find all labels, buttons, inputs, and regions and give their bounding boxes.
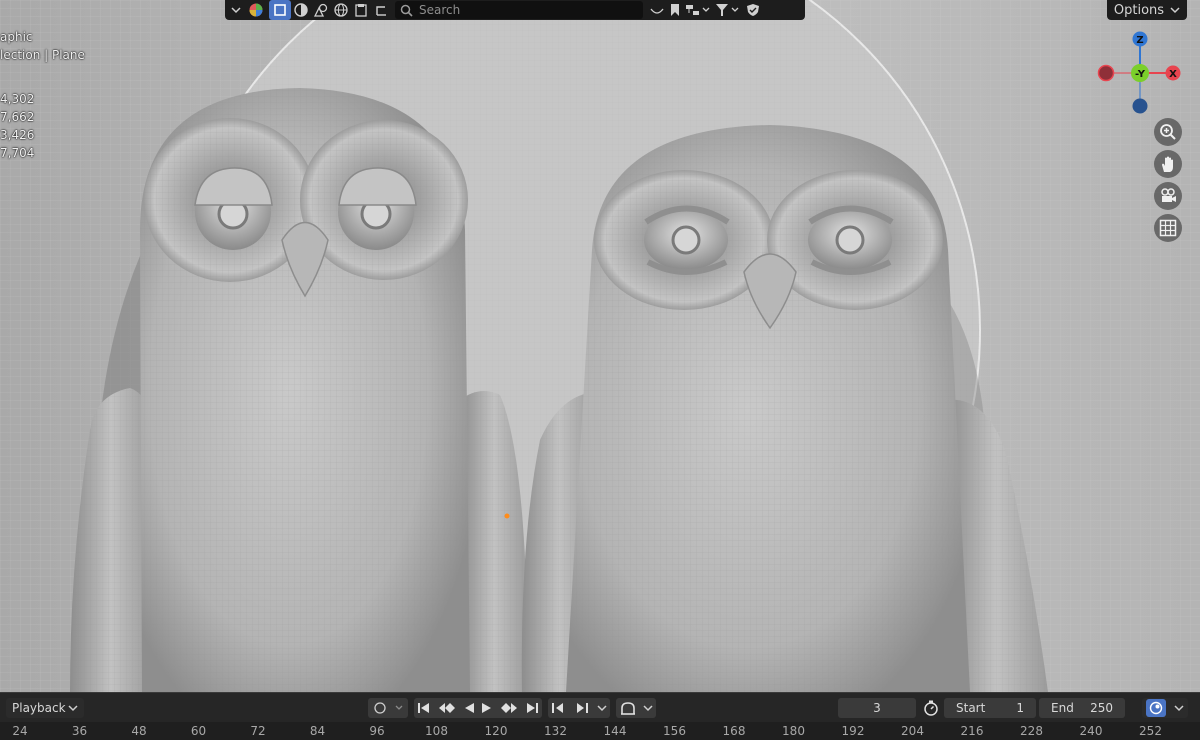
search-placeholder: Search (419, 3, 461, 17)
options-dropdown[interactable]: Options (1107, 0, 1187, 20)
ruler-tick-label: 228 (1020, 724, 1043, 738)
zoom-icon[interactable] (1154, 118, 1182, 146)
next-keyframe-icon[interactable] (500, 702, 518, 714)
ruler-tick-label: 72 (250, 724, 266, 738)
frame-step-controls (548, 698, 610, 718)
start-value: 1 (1016, 701, 1024, 715)
overlay-collection-text: lection | Plane (0, 48, 85, 62)
pan-hand-icon[interactable] (1154, 150, 1182, 178)
stat-value: 7,662 (0, 110, 35, 124)
current-frame-value: 3 (873, 701, 881, 715)
ruler-tick-label: 144 (603, 724, 627, 738)
ruler-tick-label: 132 (544, 724, 567, 738)
chevron-down-icon[interactable] (225, 0, 247, 20)
ruler-tick-label: 84 (309, 724, 326, 738)
ruler-tick-label: 36 (71, 724, 88, 738)
stopwatch-icon[interactable] (920, 698, 942, 718)
gizmo-neg-y-label: -Y (1135, 69, 1146, 80)
axis-gizmo[interactable]: Z X -Y (1096, 30, 1188, 118)
chevron-down-icon (1170, 7, 1180, 14)
ruler-tick-label: 240 (1079, 724, 1103, 738)
ruler-tick-label: 180 (782, 724, 805, 738)
view-mode-icon (1146, 699, 1166, 717)
keyframe-toggle-icon[interactable] (368, 698, 408, 718)
filter-icon[interactable] (713, 0, 743, 20)
step-back-icon[interactable] (551, 702, 567, 714)
solid-shading-icon[interactable] (291, 0, 311, 20)
start-label: Start (956, 701, 986, 715)
ruler-tick-label: 192 (841, 724, 865, 738)
ruler-tick-label: 252 (1139, 724, 1162, 738)
ruler-tick-label: 60 (190, 724, 207, 738)
frame-ruler[interactable]: 24 36 48 60 72 84 96 108 120 132 144 156 168 180 192 20… (0, 722, 1200, 740)
curve-icon[interactable] (647, 0, 667, 20)
ruler-tick-label: 204 (901, 724, 924, 738)
options-label: Options (1113, 2, 1165, 18)
prev-keyframe-icon[interactable] (438, 702, 456, 714)
clipboard-icon[interactable] (351, 0, 371, 20)
brush-icon[interactable] (371, 0, 391, 20)
end-label: End (1051, 701, 1074, 715)
overlay-mode-text: aphic (0, 30, 33, 44)
stat-value: 7,704 (0, 146, 35, 160)
grid-icon[interactable] (1154, 214, 1182, 242)
select-box-icon[interactable] (269, 0, 291, 20)
camera-icon[interactable] (1154, 182, 1182, 210)
jump-start-icon[interactable] (417, 702, 431, 714)
stat-value: 3,426 (0, 128, 35, 142)
owl-scene (0, 0, 1200, 692)
color-sphere-icon[interactable] (247, 0, 265, 20)
origin-dot (504, 513, 510, 519)
stat-value: 4,302 (0, 92, 35, 106)
play-icon[interactable] (481, 702, 493, 714)
playback-label: Playback (12, 701, 66, 715)
view-options-dropdown[interactable] (1142, 698, 1188, 718)
timeline-bar: Playback 3 Start 1 End 250 (0, 692, 1200, 723)
jump-end-icon[interactable] (525, 702, 539, 714)
playback-dropdown[interactable]: Playback (6, 698, 84, 718)
gizmo-x-label: X (1169, 69, 1177, 80)
hierarchy-icon[interactable] (683, 0, 713, 20)
chevron-down-icon[interactable] (597, 703, 607, 713)
auto-keying-icon[interactable] (616, 698, 656, 718)
ruler-tick-label: 120 (484, 724, 508, 738)
end-frame-field[interactable]: End 250 (1039, 698, 1125, 718)
ruler-tick-label: 24 (12, 724, 28, 738)
globe-icon[interactable] (331, 0, 351, 20)
ruler-tick-label: 108 (425, 724, 448, 738)
step-forward-icon[interactable] (574, 702, 590, 714)
ruler-tick-label: 96 (369, 724, 385, 738)
ruler-tick-label: 156 (663, 724, 686, 738)
bookmark-icon[interactable] (667, 0, 683, 20)
shield-icon[interactable] (743, 0, 763, 20)
shapes-icon[interactable] (311, 0, 331, 20)
ruler-tick-label: 168 (722, 724, 746, 738)
viewport-header: Search (225, 0, 805, 20)
3d-viewport[interactable]: Search aphic lection | Plane 4,302 7,662… (0, 0, 1200, 692)
search-icon (400, 4, 413, 17)
ruler-tick-label: 216 (960, 724, 984, 738)
current-frame-field[interactable]: 3 (838, 698, 916, 718)
playback-controls (414, 698, 542, 718)
search-input[interactable]: Search (395, 1, 643, 19)
start-frame-field[interactable]: Start 1 (944, 698, 1036, 718)
chevron-down-icon (68, 705, 78, 712)
overlay-stats: aphic lection | Plane 4,302 7,662 3,426 … (0, 28, 85, 162)
play-reverse-icon[interactable] (463, 702, 475, 714)
gizmo-z-label: Z (1136, 35, 1143, 46)
ruler-tick-label: 48 (131, 724, 147, 738)
chevron-down-icon (1174, 705, 1184, 712)
end-value: 250 (1090, 701, 1113, 715)
